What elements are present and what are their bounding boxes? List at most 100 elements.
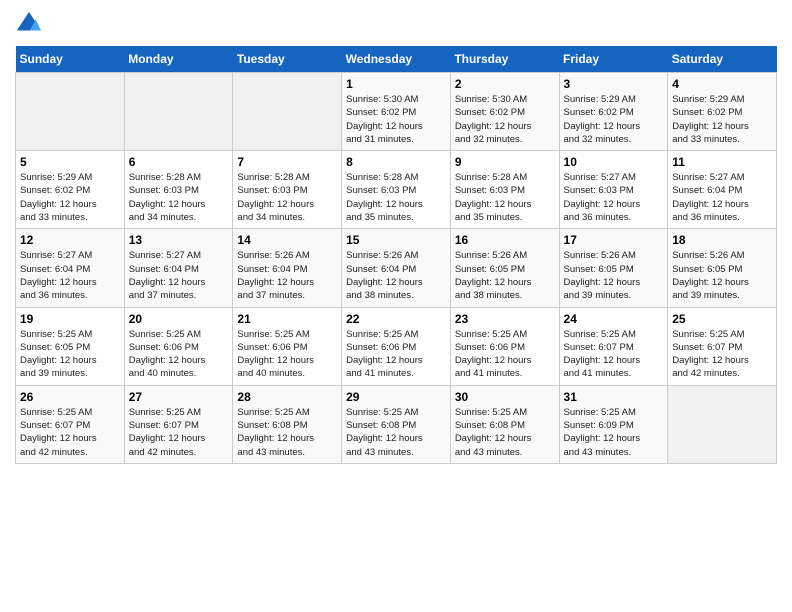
calendar-cell [233,73,342,151]
day-header-tuesday: Tuesday [233,46,342,73]
day-info: Sunrise: 5:27 AMSunset: 6:03 PMDaylight:… [564,171,664,224]
day-number: 13 [129,233,229,247]
calendar-cell: 13 Sunrise: 5:27 AMSunset: 6:04 PMDayligh… [124,229,233,307]
day-info: Sunrise: 5:25 AMSunset: 6:07 PMDaylight:… [564,328,664,381]
day-number: 24 [564,312,664,326]
calendar-cell: 7 Sunrise: 5:28 AMSunset: 6:03 PMDaylight… [233,151,342,229]
calendar-cell [668,385,777,463]
day-number: 20 [129,312,229,326]
day-info: Sunrise: 5:25 AMSunset: 6:06 PMDaylight:… [346,328,446,381]
calendar-cell: 11 Sunrise: 5:27 AMSunset: 6:04 PMDayligh… [668,151,777,229]
calendar-cell: 16 Sunrise: 5:26 AMSunset: 6:05 PMDayligh… [450,229,559,307]
day-info: Sunrise: 5:29 AMSunset: 6:02 PMDaylight:… [564,93,664,146]
day-info: Sunrise: 5:27 AMSunset: 6:04 PMDaylight:… [129,249,229,302]
calendar-week-row: 1Sunrise: 5:30 AMSunset: 6:02 PMDaylight… [16,73,777,151]
day-number: 3 [564,77,664,91]
day-number: 8 [346,155,446,169]
page-header [15,10,777,38]
calendar-cell: 28 Sunrise: 5:25 AMSunset: 6:08 PMDayligh… [233,385,342,463]
day-number: 10 [564,155,664,169]
day-info: Sunrise: 5:25 AMSunset: 6:07 PMDaylight:… [672,328,772,381]
day-info: Sunrise: 5:26 AMSunset: 6:04 PMDaylight:… [237,249,337,302]
day-header-thursday: Thursday [450,46,559,73]
calendar-week-row: 12 Sunrise: 5:27 AMSunset: 6:04 PMDayligh… [16,229,777,307]
day-info: Sunrise: 5:25 AMSunset: 6:05 PMDaylight:… [20,328,120,381]
calendar-cell [124,73,233,151]
day-info: Sunrise: 5:28 AMSunset: 6:03 PMDaylight:… [237,171,337,224]
day-number: 29 [346,390,446,404]
calendar-cell: 18 Sunrise: 5:26 AMSunset: 6:05 PMDayligh… [668,229,777,307]
day-info: Sunrise: 5:27 AMSunset: 6:04 PMDaylight:… [672,171,772,224]
day-number: 1 [346,77,446,91]
calendar-cell: 9 Sunrise: 5:28 AMSunset: 6:03 PMDaylight… [450,151,559,229]
day-number: 18 [672,233,772,247]
calendar-cell: 2Sunrise: 5:30 AMSunset: 6:02 PMDaylight… [450,73,559,151]
day-number: 6 [129,155,229,169]
day-header-saturday: Saturday [668,46,777,73]
day-info: Sunrise: 5:25 AMSunset: 6:08 PMDaylight:… [346,406,446,459]
day-number: 31 [564,390,664,404]
day-header-sunday: Sunday [16,46,125,73]
day-info: Sunrise: 5:26 AMSunset: 6:05 PMDaylight:… [564,249,664,302]
calendar-cell: 27Sunrise: 5:25 AMSunset: 6:07 PMDayligh… [124,385,233,463]
day-info: Sunrise: 5:27 AMSunset: 6:04 PMDaylight:… [20,249,120,302]
day-number: 21 [237,312,337,326]
calendar-cell: 23 Sunrise: 5:25 AMSunset: 6:06 PMDayligh… [450,307,559,385]
calendar-table: SundayMondayTuesdayWednesdayThursdayFrid… [15,46,777,464]
calendar-cell: 3 Sunrise: 5:29 AMSunset: 6:02 PMDaylight… [559,73,668,151]
calendar-cell: 8 Sunrise: 5:28 AMSunset: 6:03 PMDaylight… [342,151,451,229]
day-info: Sunrise: 5:25 AMSunset: 6:07 PMDaylight:… [20,406,120,459]
day-info: Sunrise: 5:28 AMSunset: 6:03 PMDaylight:… [346,171,446,224]
day-info: Sunrise: 5:28 AMSunset: 6:03 PMDaylight:… [129,171,229,224]
calendar-cell: 30 Sunrise: 5:25 AMSunset: 6:08 PMDayligh… [450,385,559,463]
day-number: 9 [455,155,555,169]
calendar-cell: 12 Sunrise: 5:27 AMSunset: 6:04 PMDayligh… [16,229,125,307]
calendar-week-row: 26 Sunrise: 5:25 AMSunset: 6:07 PMDayligh… [16,385,777,463]
calendar-cell: 31 Sunrise: 5:25 AMSunset: 6:09 PMDayligh… [559,385,668,463]
day-info: Sunrise: 5:29 AMSunset: 6:02 PMDaylight:… [20,171,120,224]
day-info: Sunrise: 5:29 AMSunset: 6:02 PMDaylight:… [672,93,772,146]
day-number: 25 [672,312,772,326]
calendar-cell [16,73,125,151]
day-info: Sunrise: 5:25 AMSunset: 6:06 PMDaylight:… [129,328,229,381]
day-number: 15 [346,233,446,247]
day-number: 16 [455,233,555,247]
calendar-cell: 21 Sunrise: 5:25 AMSunset: 6:06 PMDayligh… [233,307,342,385]
day-info: Sunrise: 5:28 AMSunset: 6:03 PMDaylight:… [455,171,555,224]
day-number: 17 [564,233,664,247]
day-info: Sunrise: 5:26 AMSunset: 6:05 PMDaylight:… [455,249,555,302]
calendar-cell: 15 Sunrise: 5:26 AMSunset: 6:04 PMDayligh… [342,229,451,307]
day-number: 7 [237,155,337,169]
calendar-cell: 6 Sunrise: 5:28 AMSunset: 6:03 PMDaylight… [124,151,233,229]
calendar-cell: 5 Sunrise: 5:29 AMSunset: 6:02 PMDaylight… [16,151,125,229]
calendar-cell: 26 Sunrise: 5:25 AMSunset: 6:07 PMDayligh… [16,385,125,463]
calendar-cell: 17 Sunrise: 5:26 AMSunset: 6:05 PMDayligh… [559,229,668,307]
day-number: 30 [455,390,555,404]
day-info: Sunrise: 5:25 AMSunset: 6:08 PMDaylight:… [237,406,337,459]
calendar-cell: 29 Sunrise: 5:25 AMSunset: 6:08 PMDayligh… [342,385,451,463]
day-info: Sunrise: 5:26 AMSunset: 6:05 PMDaylight:… [672,249,772,302]
calendar-cell: 20 Sunrise: 5:25 AMSunset: 6:06 PMDayligh… [124,307,233,385]
day-number: 14 [237,233,337,247]
calendar-cell: 4Sunrise: 5:29 AMSunset: 6:02 PMDaylight… [668,73,777,151]
calendar-week-row: 19Sunrise: 5:25 AMSunset: 6:05 PMDayligh… [16,307,777,385]
logo [15,10,47,38]
day-number: 5 [20,155,120,169]
day-info: Sunrise: 5:25 AMSunset: 6:08 PMDaylight:… [455,406,555,459]
logo-icon [15,10,43,38]
day-number: 12 [20,233,120,247]
day-number: 26 [20,390,120,404]
day-number: 11 [672,155,772,169]
day-info: Sunrise: 5:25 AMSunset: 6:06 PMDaylight:… [237,328,337,381]
day-info: Sunrise: 5:25 AMSunset: 6:06 PMDaylight:… [455,328,555,381]
calendar-cell: 24 Sunrise: 5:25 AMSunset: 6:07 PMDayligh… [559,307,668,385]
day-info: Sunrise: 5:25 AMSunset: 6:07 PMDaylight:… [129,406,229,459]
day-header-monday: Monday [124,46,233,73]
day-info: Sunrise: 5:25 AMSunset: 6:09 PMDaylight:… [564,406,664,459]
day-number: 22 [346,312,446,326]
calendar-week-row: 5 Sunrise: 5:29 AMSunset: 6:02 PMDaylight… [16,151,777,229]
day-number: 23 [455,312,555,326]
day-info: Sunrise: 5:26 AMSunset: 6:04 PMDaylight:… [346,249,446,302]
day-number: 28 [237,390,337,404]
calendar-cell: 10 Sunrise: 5:27 AMSunset: 6:03 PMDayligh… [559,151,668,229]
